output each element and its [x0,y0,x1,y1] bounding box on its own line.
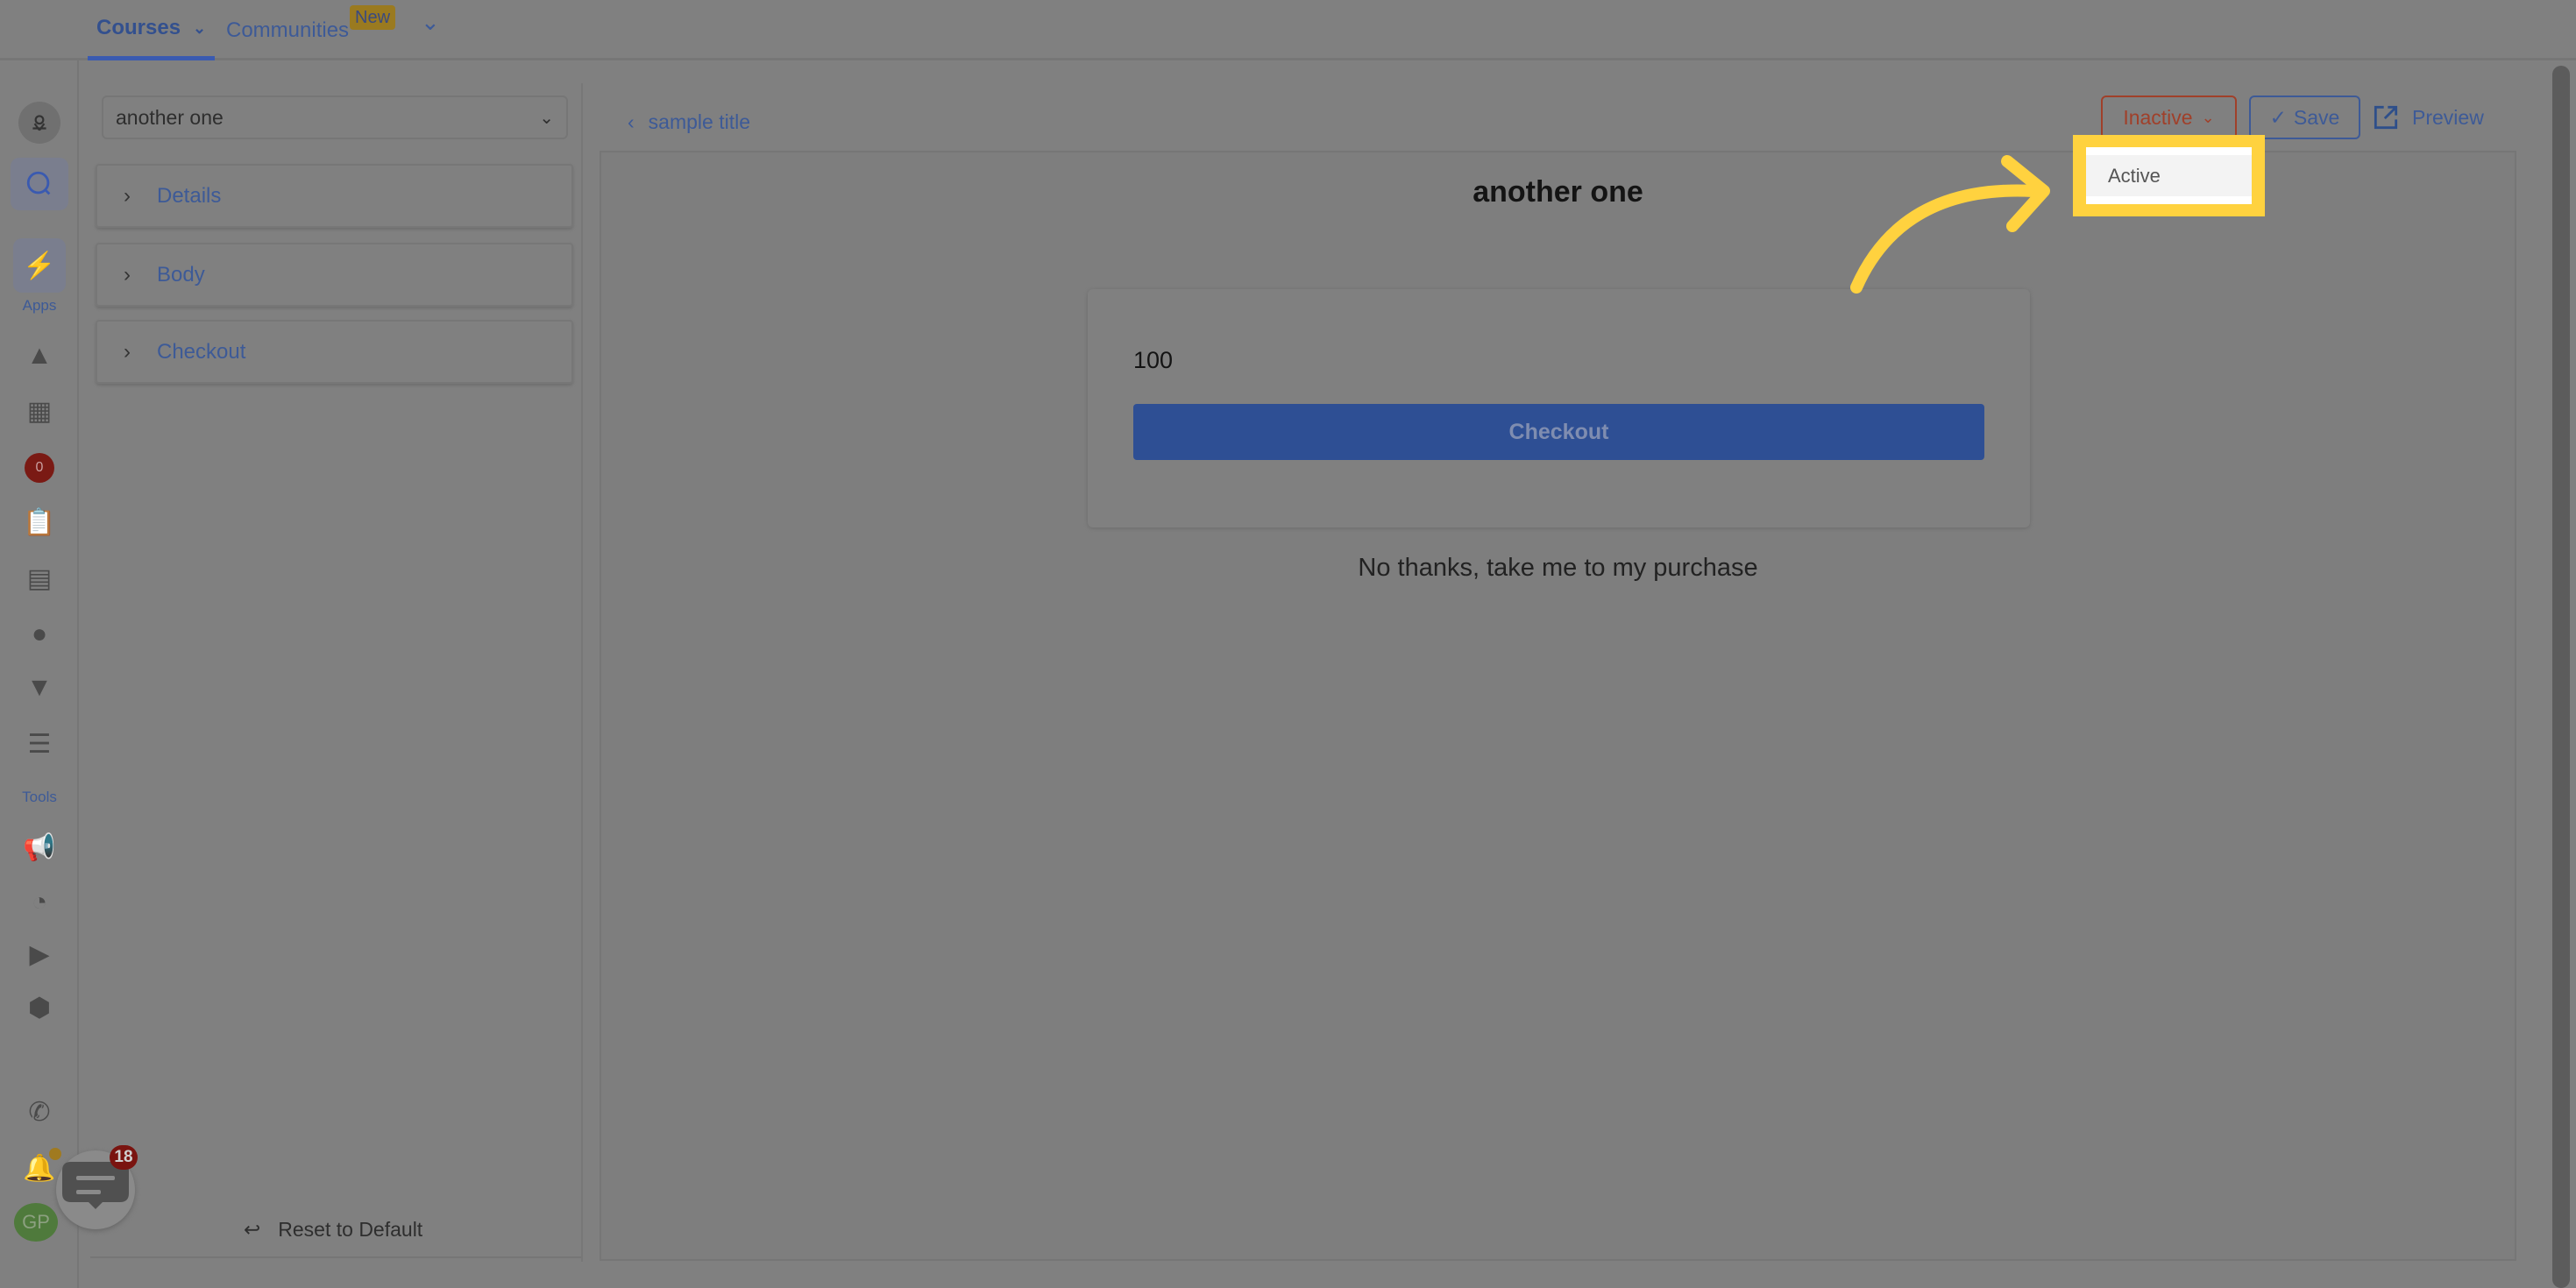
notification-badge[interactable]: 0 [19,448,60,488]
chevron-left-icon: ‹ [628,110,635,133]
megaphone-icon[interactable]: 📢 [19,827,60,867]
settings-hex-icon[interactable]: ⬢ [19,987,60,1028]
pie-chart-icon[interactable]: ◔ [19,882,60,923]
back-label: sample title [648,110,750,133]
check-icon: ✓ [2269,105,2287,129]
chevron-down-icon: ⌄ [2201,108,2215,126]
decline-link[interactable]: No thanks, take me to my purchase [600,554,2516,583]
bell-dot [49,1148,61,1160]
phone-icon[interactable]: ✆ [19,1092,60,1132]
calendar-icon[interactable]: ▤ [19,558,60,598]
divider [90,1256,581,1258]
chevron-right-icon: › [124,183,131,208]
undo-icon: ↩ [244,1218,261,1241]
chevron-right-icon: › [124,339,131,364]
video-icon[interactable]: ▶ [19,934,60,974]
tab-label: Courses [96,16,181,39]
accordion-label: Checkout [157,339,246,364]
user-icon[interactable]: ● [19,614,60,655]
save-button[interactable]: ✓ Save [2249,96,2360,139]
chevron-down-icon[interactable]: ⌄ [421,9,440,36]
chevron-down-icon: ⌄ [193,18,207,37]
accordion-label: Details [157,183,222,208]
accordion-checkout[interactable]: › Checkout [96,320,573,384]
option-label: Active [2108,164,2161,187]
status-option-active[interactable]: Active [2086,147,2252,204]
chevron-right-icon: › [124,262,131,287]
reset-to-default-button[interactable]: ↩ Reset to Default [244,1218,422,1242]
tab-communities[interactable]: Communities [226,0,349,60]
preview-button[interactable]: Preview [2374,96,2484,139]
status-dropdown-button[interactable]: Inactive ⌄ [2101,96,2237,139]
amount: 100 [1133,347,1174,373]
search-icon[interactable] [11,158,68,210]
checkout-button[interactable]: Checkout [1133,404,1984,460]
select-value: another one [116,105,224,129]
apps-label: Apps [22,297,57,314]
location-icon[interactable] [18,102,60,144]
accordion-details[interactable]: › Details [96,164,573,228]
accordion-label: Body [157,262,205,287]
back-link[interactable]: ‹ sample title [628,110,750,134]
clipboard-icon[interactable]: 📋 [19,502,60,542]
accordion-body[interactable]: › Body [96,243,573,307]
lightning-icon[interactable]: ⚡ [13,238,66,293]
grid-icon[interactable]: ▦ [19,391,60,431]
chevron-down-icon: ⌄ [539,108,554,128]
notification-count: 0 [25,453,54,483]
filter-icon[interactable]: ▼ [19,668,60,708]
new-badge: New [350,5,396,30]
reset-label: Reset to Default [278,1218,423,1241]
tab-courses[interactable]: Courses ⌄ [88,0,216,60]
preview-label: Preview [2412,105,2484,129]
external-link-icon [2374,105,2398,130]
avatar[interactable]: GP [14,1203,58,1242]
triangle-logo-icon[interactable]: ▲ [19,336,60,376]
pointer-arrow [1850,155,2050,294]
save-label: Save [2293,105,2340,129]
scrollbar[interactable] [2552,66,2570,1288]
page-select[interactable]: another one ⌄ [102,96,568,139]
list-icon[interactable]: ☰ [19,724,60,764]
tools-label: Tools [22,789,57,805]
status-label: Inactive [2123,105,2193,129]
tab-label: Communities [226,18,350,42]
